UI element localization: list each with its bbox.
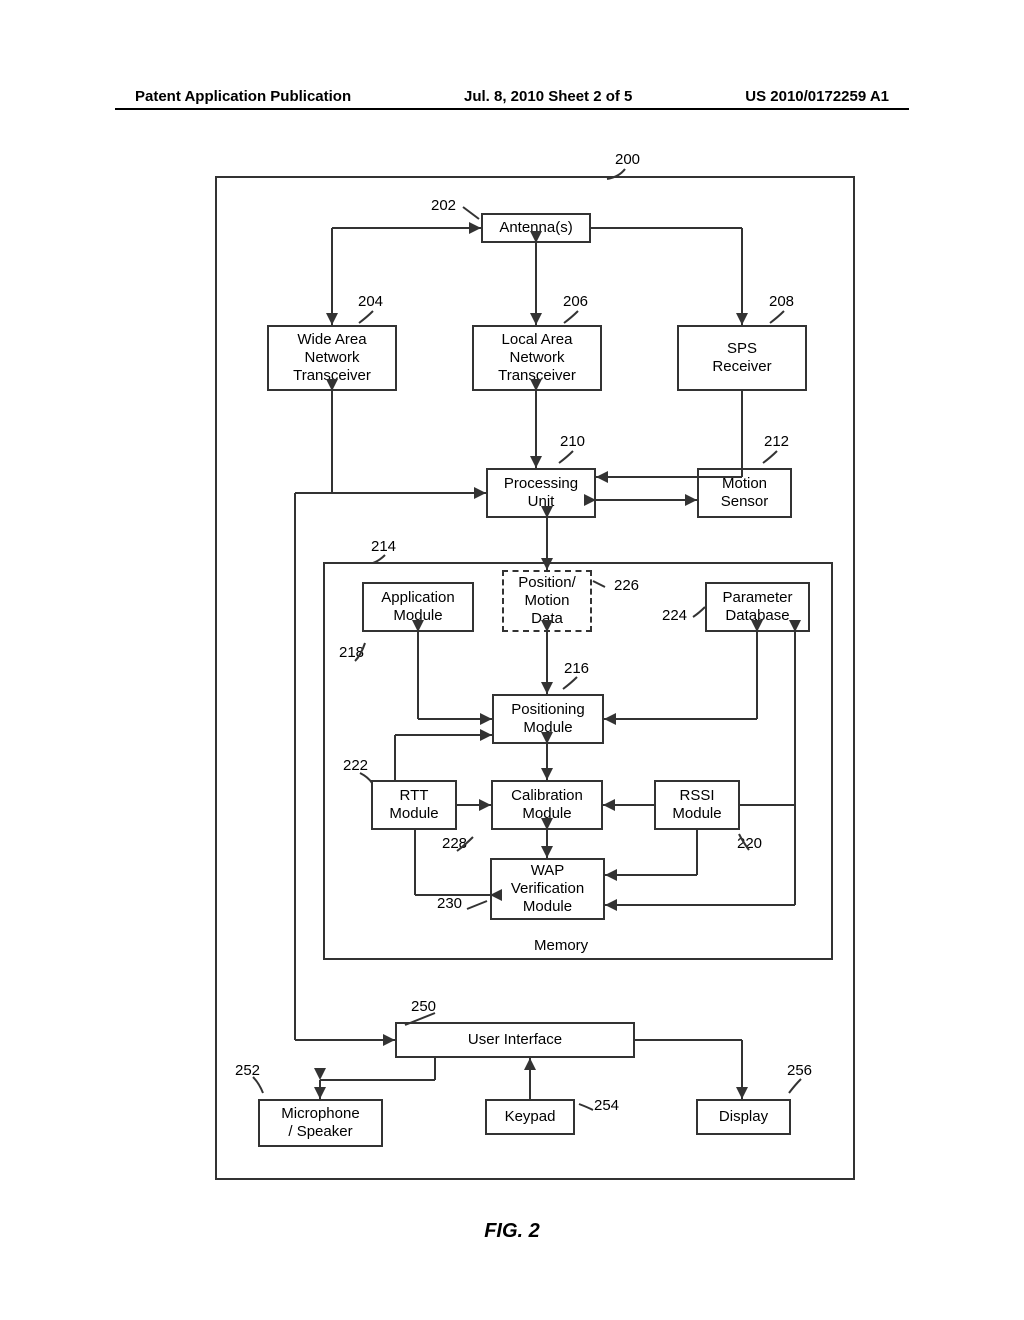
header-right: US 2010/0172259 A1 [745, 88, 889, 105]
header-rule [115, 108, 909, 110]
figure: Antenna(s) Wide Area Network Transceiver… [115, 155, 909, 1265]
header-center: Jul. 8, 2010 Sheet 2 of 5 [464, 88, 632, 105]
figure-caption: FIG. 2 [115, 1220, 909, 1243]
connectors [115, 155, 909, 1265]
header-left: Patent Application Publication [135, 88, 351, 105]
